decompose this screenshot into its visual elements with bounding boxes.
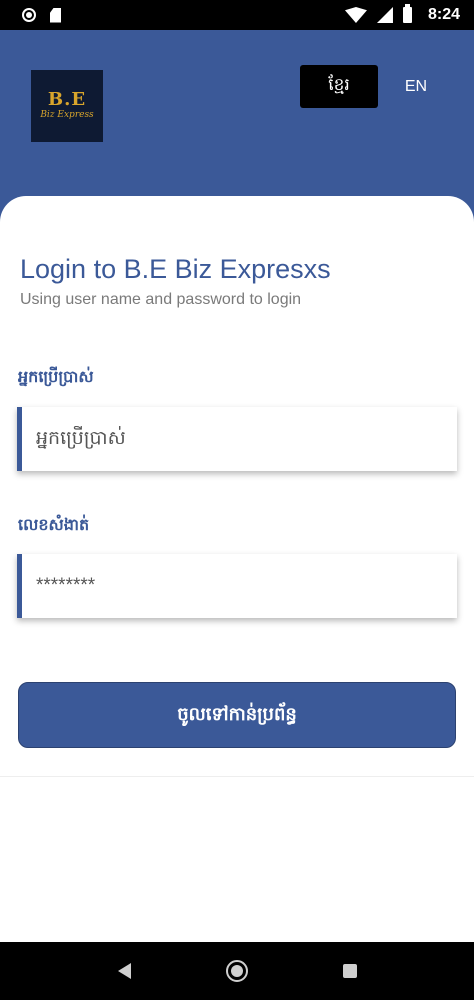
app-logo: B.E Biz Express (31, 70, 103, 142)
logo-title: B.E (47, 89, 87, 110)
username-label: អ្នកប្រើប្រាស់ (18, 369, 94, 386)
password-label: លេខសំងាត់ (18, 517, 90, 534)
logo-subtitle: Biz Express (40, 110, 94, 120)
sd-card-icon (50, 7, 61, 23)
navigation-bar (0, 942, 474, 1000)
home-icon[interactable] (225, 960, 248, 982)
wifi-icon (344, 7, 367, 23)
language-khmer-button[interactable]: ខ្មែរ (300, 65, 378, 108)
login-card: Login to B.E Biz Expresxs Using user nam… (0, 196, 474, 777)
language-english-button[interactable]: EN (392, 65, 440, 108)
recents-icon[interactable] (342, 964, 357, 978)
login-button[interactable]: ចូលទៅកាន់ប្រព័ន្ធ (18, 682, 456, 748)
username-input[interactable] (22, 407, 457, 471)
cell-signal-icon (376, 7, 393, 23)
status-bar: 8:24 (0, 0, 474, 30)
status-time: 8:24 (427, 6, 460, 23)
password-input[interactable] (22, 554, 457, 618)
page-subtitle: Using user name and password to login (20, 291, 302, 308)
battery-icon (402, 4, 412, 23)
page-title: Login to B.E Biz Expresxs (20, 254, 331, 284)
username-field[interactable] (17, 407, 457, 471)
back-icon[interactable] (117, 963, 131, 979)
password-field[interactable] (17, 554, 457, 618)
screen-record-icon (22, 8, 36, 22)
